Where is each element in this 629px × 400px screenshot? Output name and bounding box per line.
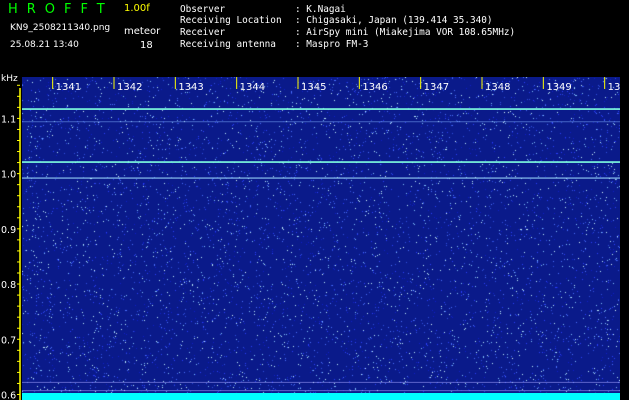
observer-key: Observer [180,4,226,15]
x-tick-label-1341: 1341 [56,82,81,93]
x-tick-label-1350: 1350 [608,82,620,93]
spectrogram-overlay: 1341 1342 1343 1344 1345 1346 1347 1348 1349 1350 [22,77,620,400]
meteor-label: meteor [124,26,161,37]
x-tick-label-1343: 1343 [178,82,203,93]
location-value: : Chigasaki, Japan (139.414 35.340) [295,15,493,26]
app-title: HROFFT [8,2,114,17]
y-tick-label-0.6: 0.6 [1,390,16,400]
y-axis: 1.1 1.0 0.9 0.8 0.7 0.6 [1,84,21,400]
y-tick-label-0.7: 0.7 [1,335,16,346]
date-time: 25.08.21 13:40 [10,40,79,50]
version-label: 1.00f [124,3,150,14]
y-tick-label-0.9: 0.9 [1,225,16,236]
x-tick-label-1347: 1347 [424,82,449,93]
location-key: Receiving Location [180,15,282,26]
x-tick-label-1342: 1342 [117,82,142,93]
y-tick-label-1.0: 1.0 [1,170,16,181]
receiver-value: : AirSpy mini (Miakejima VOR 108.65MHz) [295,27,516,38]
y-tick-label-1.1: 1.1 [1,114,16,125]
x-tick-label-1348: 1348 [485,82,510,93]
meteor-count: 18 [140,40,153,51]
receiver-key: Receiver [180,27,226,38]
antenna-key: Receiving antenna [180,39,276,50]
antenna-value: : Maspro FM-3 [295,39,369,50]
header-panel: HROFFT 1.00f KN9_2508211340.png meteor 2… [0,0,629,76]
baseline-band [22,393,620,400]
x-tick-label-1346: 1346 [362,82,387,93]
x-tick-label-1344: 1344 [240,82,265,93]
y-tick-label-0.8: 0.8 [1,280,16,291]
file-name: KN9_2508211340.png [10,23,111,33]
x-tick-label-1345: 1345 [301,82,326,93]
x-tick-label-1349: 1349 [546,82,571,93]
observer-value: : K.Nagai [295,4,346,15]
